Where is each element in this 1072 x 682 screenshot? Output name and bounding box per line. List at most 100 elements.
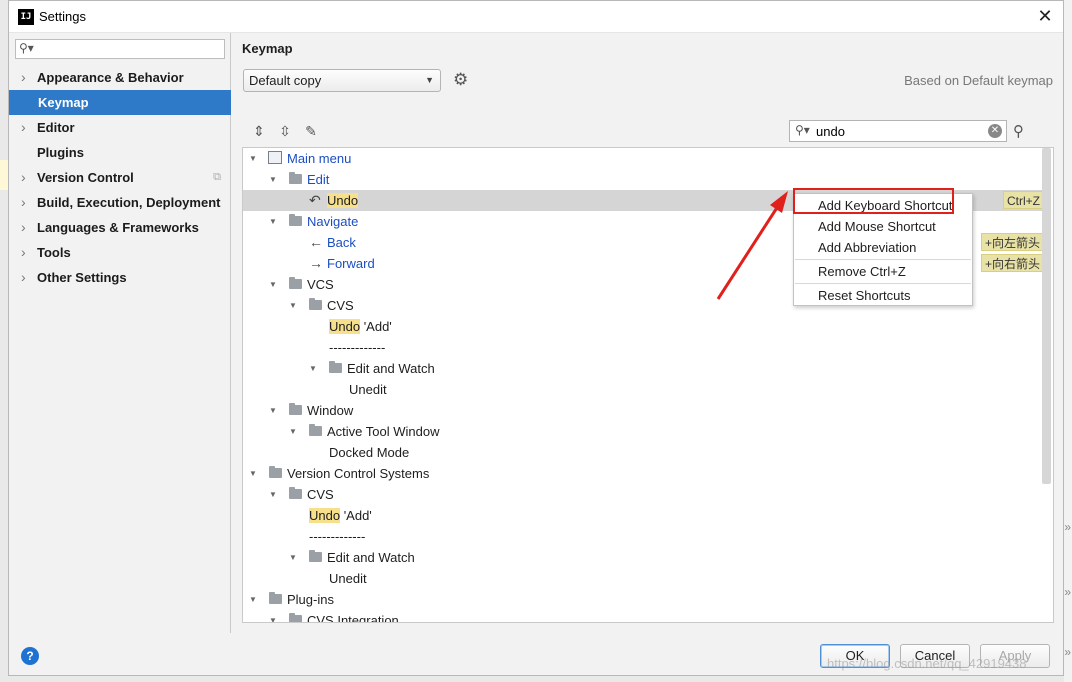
tree-row[interactable]: ▼ Active Tool Window bbox=[243, 421, 1043, 442]
chevron-down-icon[interactable]: ▼ bbox=[269, 484, 277, 505]
background-highlight-strip bbox=[0, 160, 8, 190]
tree-row[interactable]: ▼ Plug-ins bbox=[243, 589, 1043, 610]
edit-pencil-icon[interactable]: ✎ bbox=[301, 121, 321, 141]
expand-all-icon[interactable]: ⇕ bbox=[249, 121, 269, 141]
chevron-right-icon[interactable]: › bbox=[21, 215, 26, 240]
keymap-select-value: Default copy bbox=[249, 73, 322, 88]
chevron-down-icon[interactable]: ▼ bbox=[269, 211, 277, 232]
folder-icon bbox=[309, 550, 322, 562]
clear-search-icon[interactable]: ✕ bbox=[988, 124, 1002, 138]
sidebar-item-build-execution-deployment[interactable]: › Build, Execution, Deployment bbox=[9, 190, 231, 215]
sidebar-item-label: Keymap bbox=[38, 95, 89, 110]
chevron-down-icon[interactable]: ▼ bbox=[289, 295, 297, 316]
annotation-red-arrow bbox=[716, 191, 788, 300]
chevron-down-icon[interactable]: ▼ bbox=[289, 421, 297, 442]
chevron-down-icon[interactable]: ▼ bbox=[269, 400, 277, 421]
tree-row-text: Plug-ins bbox=[287, 592, 334, 607]
chevron-right-icon[interactable]: › bbox=[21, 165, 26, 190]
help-button[interactable]: ? bbox=[21, 647, 39, 665]
chevron-right-icon[interactable]: › bbox=[21, 65, 26, 90]
action-search-input[interactable]: ⚲▾ ✕ bbox=[789, 120, 1007, 142]
sidebar-item-label: Build, Execution, Deployment bbox=[37, 195, 221, 210]
folder-icon bbox=[289, 214, 302, 226]
tree-row-text: Back bbox=[327, 235, 356, 250]
chevron-right-icon[interactable]: › bbox=[21, 240, 26, 265]
chevron-down-icon[interactable]: ▼ bbox=[249, 589, 257, 610]
sidebar-item-label: Appearance & Behavior bbox=[37, 70, 184, 85]
watermark: https://blog.csdn.net/qq_42919438 bbox=[827, 656, 1027, 671]
context-menu-item-add-abbreviation[interactable]: Add Abbreviation bbox=[794, 237, 972, 258]
tree-row-text: CVS bbox=[307, 487, 334, 502]
tree-row[interactable]: ▼ Window bbox=[243, 400, 1043, 421]
tree-row-label: ------------- bbox=[309, 526, 365, 547]
folder-icon bbox=[309, 424, 322, 436]
sidebar-item-label: Other Settings bbox=[37, 270, 127, 285]
tree-row[interactable]: Undo 'Add' bbox=[243, 505, 1043, 526]
tree-row-label: CVS Integration bbox=[307, 610, 399, 622]
sidebar-item-version-control[interactable]: › Version Control ⧉ bbox=[9, 165, 231, 190]
tree-row-label: ------------- bbox=[329, 337, 385, 358]
sidebar-item-tools[interactable]: › Tools bbox=[9, 240, 231, 265]
keymap-select[interactable]: Default copy ▼ bbox=[243, 69, 441, 92]
action-search-field[interactable] bbox=[816, 123, 976, 139]
tree-row-text: Window bbox=[307, 403, 354, 418]
tree-row[interactable]: ------------- bbox=[243, 526, 1043, 547]
folder-icon bbox=[289, 403, 302, 415]
settings-search-input[interactable]: ⚲▾ bbox=[15, 39, 225, 59]
tree-row-text: Edit and Watch bbox=[327, 550, 415, 565]
tree-toolbar: ⇕ ⇳ ✎ bbox=[249, 121, 327, 141]
tree-row[interactable]: ▼ Main menu bbox=[243, 148, 1043, 169]
gear-icon[interactable]: ⚙ bbox=[453, 70, 468, 90]
sidebar-item-plugins[interactable]: Plugins bbox=[9, 140, 231, 165]
tree-row[interactable]: ▼ CVS bbox=[243, 484, 1043, 505]
chevron-down-icon[interactable]: ▼ bbox=[269, 169, 277, 190]
tree-row[interactable]: Docked Mode bbox=[243, 442, 1043, 463]
chevron-down-icon[interactable]: ▼ bbox=[269, 274, 277, 295]
context-menu-item-reset-shortcuts[interactable]: Reset Shortcuts bbox=[794, 285, 972, 306]
chevron-down-icon[interactable]: ▼ bbox=[249, 463, 257, 484]
chevron-down-icon[interactable]: ▼ bbox=[289, 547, 297, 568]
tree-row-text: ------------- bbox=[329, 340, 386, 355]
chevron-right-icon[interactable]: › bbox=[21, 265, 26, 290]
chevron-down-icon[interactable]: ▼ bbox=[269, 610, 277, 622]
tree-scrollbar[interactable] bbox=[1042, 148, 1051, 484]
tree-row[interactable]: Unedit bbox=[243, 379, 1043, 400]
folder-icon bbox=[289, 613, 302, 622]
tree-row[interactable]: ------------- bbox=[243, 337, 1043, 358]
tree-row-label: CVS bbox=[307, 484, 334, 505]
tree-row-label: Undo 'Add' bbox=[309, 505, 372, 526]
close-button[interactable]: ✕ bbox=[1033, 5, 1057, 29]
tree-row[interactable]: ▼ CVS Integration bbox=[243, 610, 1043, 622]
chevron-right-icon[interactable]: › bbox=[21, 115, 26, 140]
intellij-icon: IJ bbox=[18, 9, 34, 25]
tree-row[interactable]: Undo 'Add' bbox=[243, 316, 1043, 337]
tree-row-text: Edit bbox=[307, 172, 330, 187]
tree-row[interactable]: Unedit bbox=[243, 568, 1043, 589]
tree-row-text: VCS bbox=[307, 277, 334, 292]
find-by-shortcut-icon[interactable]: ⚲ bbox=[1013, 122, 1024, 140]
collapse-all-icon[interactable]: ⇳ bbox=[275, 121, 295, 141]
tree-row[interactable]: ▼ Edit and Watch bbox=[243, 547, 1043, 568]
sidebar-item-languages-frameworks[interactable]: › Languages & Frameworks bbox=[9, 215, 231, 240]
tree-row-label: Edit and Watch bbox=[327, 547, 415, 568]
chevron-right-icon[interactable]: › bbox=[21, 190, 26, 215]
tree-row[interactable]: ▼ Edit bbox=[243, 169, 1043, 190]
tree-row[interactable]: ▼ Edit and Watch bbox=[243, 358, 1043, 379]
settings-search-field[interactable] bbox=[36, 41, 220, 57]
sidebar-item-appearance-behavior[interactable]: › Appearance & Behavior bbox=[9, 65, 231, 90]
context-menu-item-remove-ctrl-z[interactable]: Remove Ctrl+Z bbox=[794, 261, 972, 282]
folder-icon bbox=[269, 466, 282, 478]
back-arrow-icon: ← bbox=[309, 234, 323, 250]
sidebar-item-editor[interactable]: › Editor bbox=[9, 115, 231, 140]
sidebar-item-keymap[interactable]: Keymap bbox=[9, 90, 231, 115]
sidebar-item-other-settings[interactable]: › Other Settings bbox=[9, 265, 231, 290]
sidebar-item-label: Editor bbox=[37, 120, 75, 135]
tree-row-label: Main menu bbox=[287, 148, 351, 169]
tree-row[interactable]: ▼ Version Control Systems bbox=[243, 463, 1043, 484]
chevron-down-icon[interactable]: ▼ bbox=[309, 358, 317, 379]
chevron-down-icon[interactable]: ▼ bbox=[249, 148, 257, 169]
folder-icon bbox=[289, 277, 302, 289]
window-title: Settings bbox=[39, 9, 86, 24]
tree-row-text: Navigate bbox=[307, 214, 359, 229]
context-menu-item-add-mouse-shortcut[interactable]: Add Mouse Shortcut bbox=[794, 216, 972, 237]
